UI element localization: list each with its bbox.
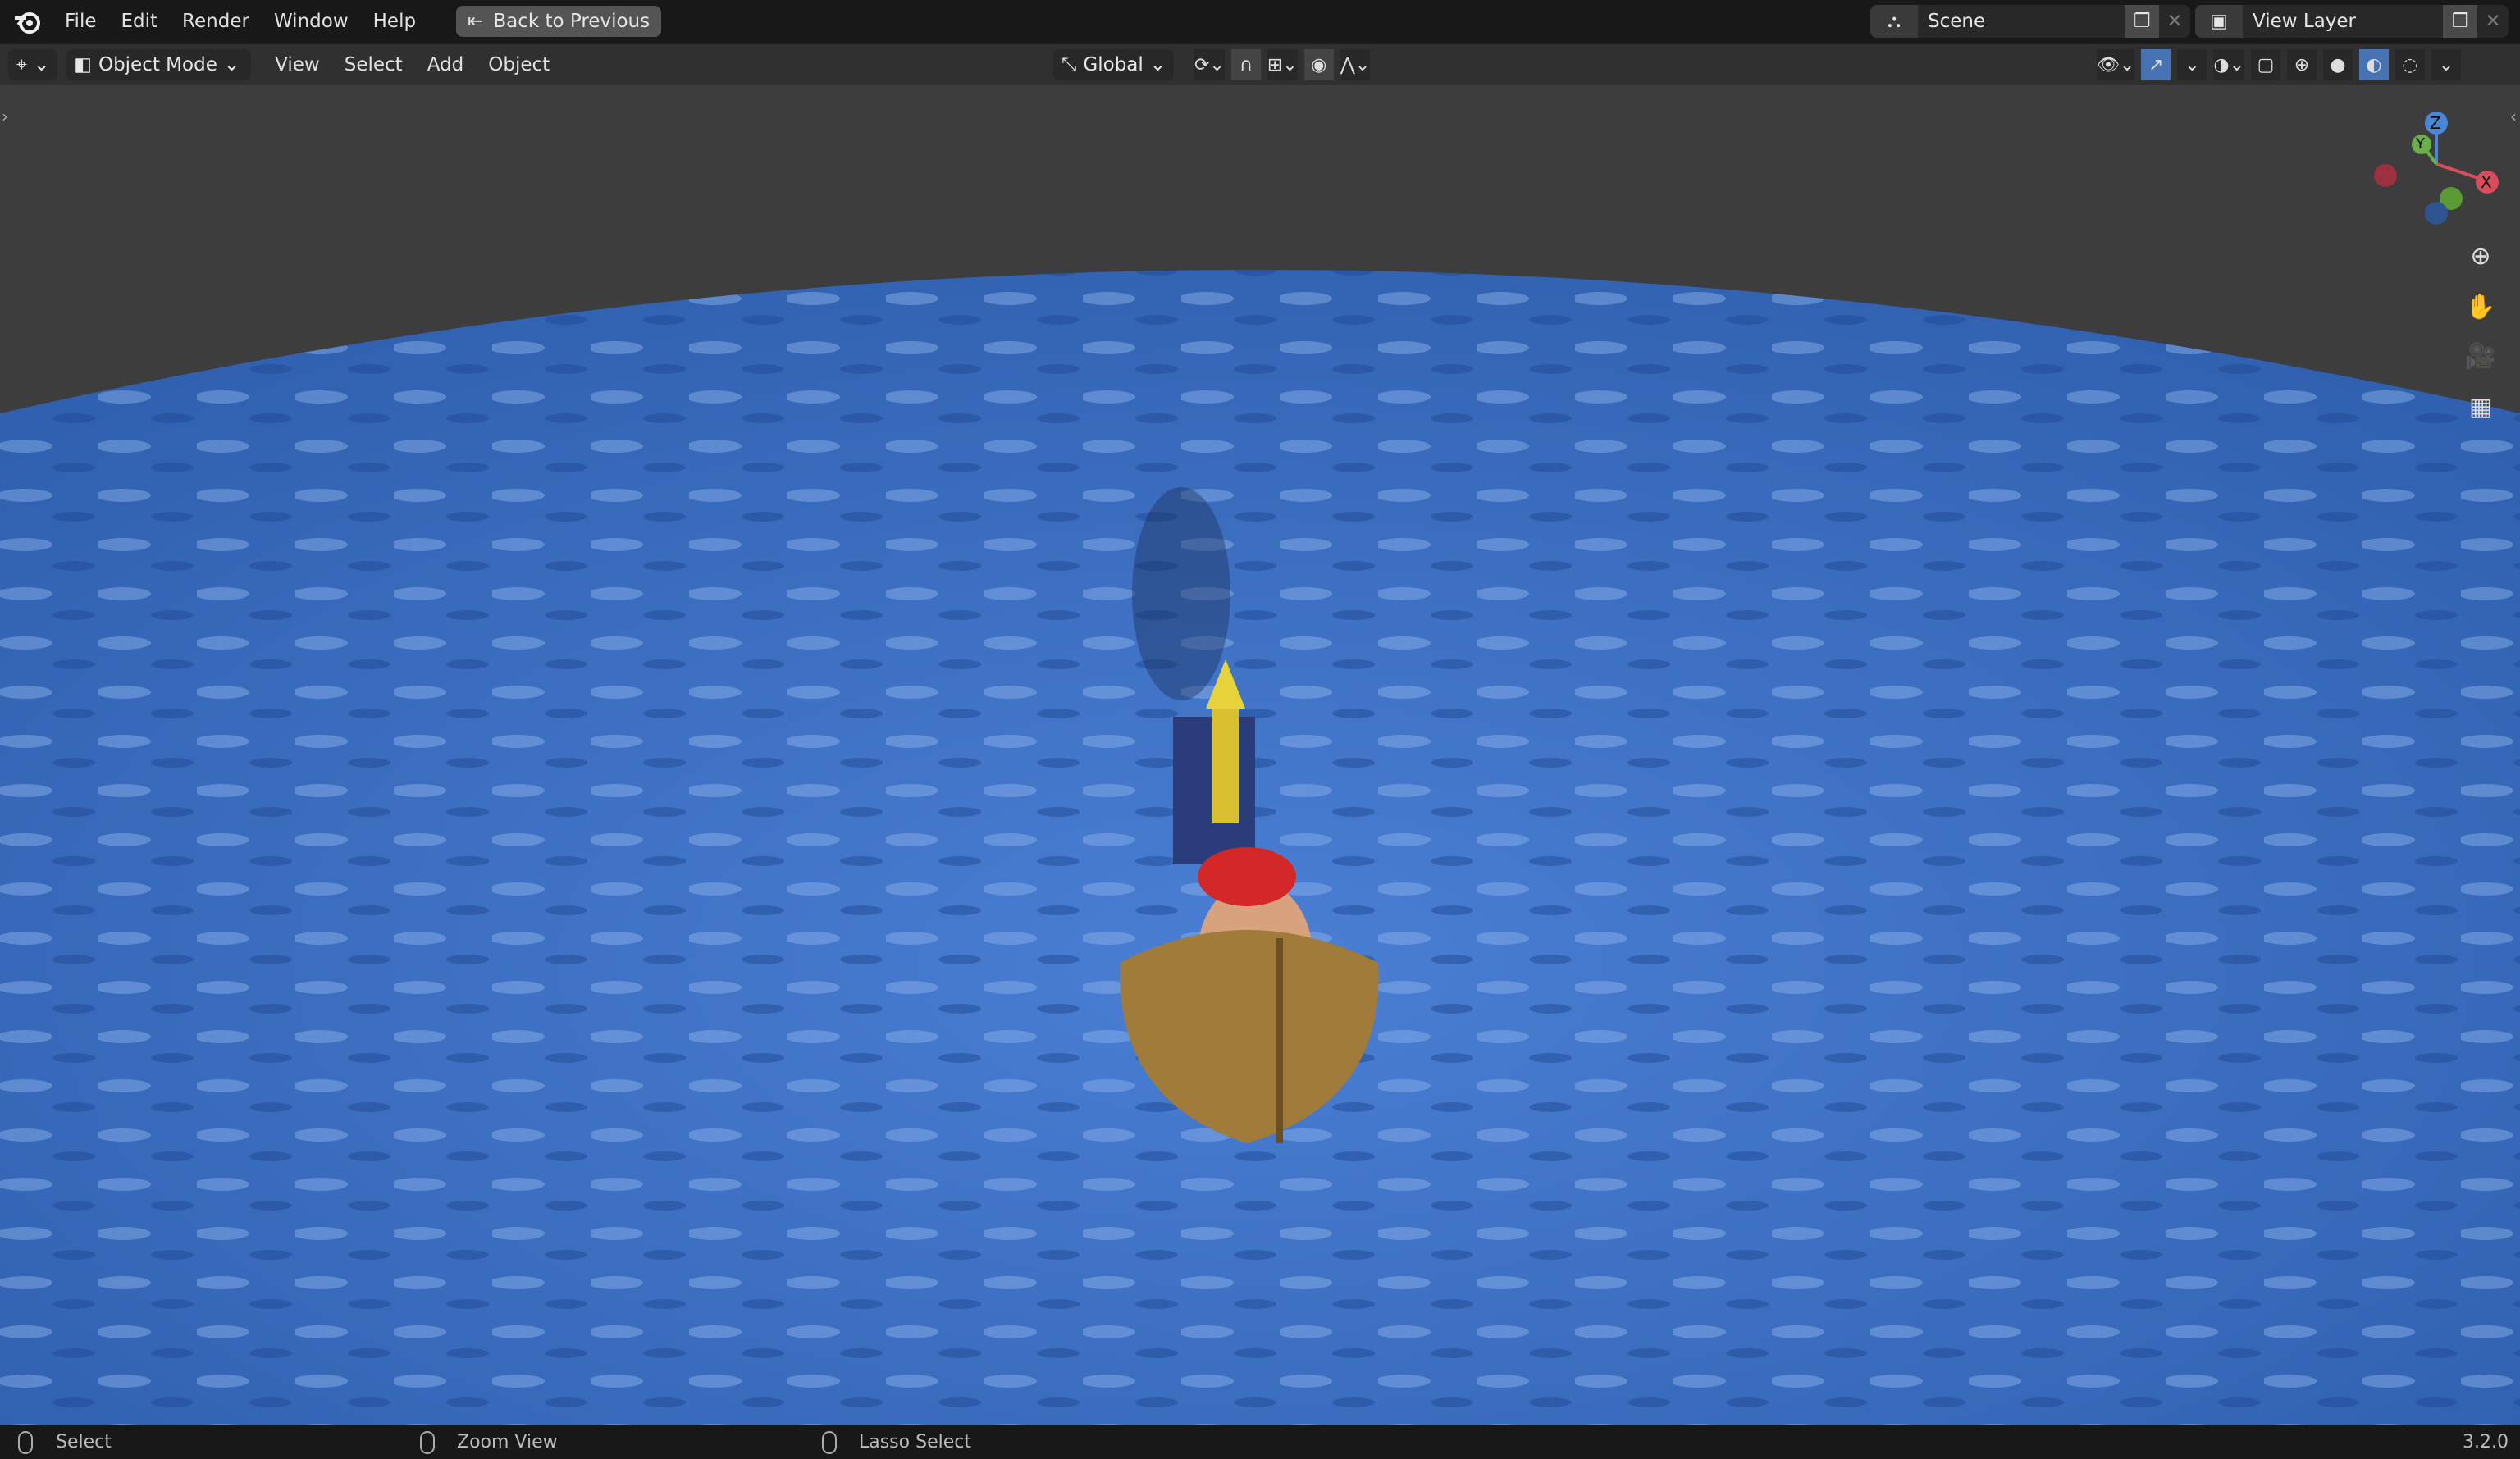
menu-edit[interactable]: Edit bbox=[109, 11, 171, 32]
sidebar-expand-icon[interactable]: ‹ bbox=[2510, 107, 2517, 126]
3d-viewport-icon: ⌖ bbox=[16, 54, 27, 75]
menu-select[interactable]: Select bbox=[332, 54, 415, 75]
perspective-grid-icon[interactable]: ▦ bbox=[2463, 389, 2499, 425]
editor-type-button[interactable]: ⌖ ⌄ bbox=[8, 49, 58, 80]
menu-view[interactable]: View bbox=[262, 54, 332, 75]
copy-view-layer-icon[interactable]: ❐ bbox=[2443, 5, 2477, 38]
gizmo-x-label: X bbox=[2481, 172, 2492, 192]
menu-add[interactable]: Add bbox=[415, 54, 477, 75]
chevron-down-icon[interactable]: ⌄ bbox=[2431, 49, 2462, 80]
rendered-shading-icon[interactable]: ◌ bbox=[2395, 49, 2426, 80]
xray-icon[interactable]: ▢ bbox=[2251, 49, 2281, 80]
menu-help[interactable]: Help bbox=[361, 11, 428, 32]
scene-render bbox=[0, 270, 2520, 1425]
close-scene-icon[interactable]: ✕ bbox=[2159, 11, 2190, 32]
view-layer-name[interactable]: View Layer bbox=[2243, 11, 2443, 32]
menu-object[interactable]: Object bbox=[476, 54, 562, 75]
status-zoom: Zoom View bbox=[457, 1432, 558, 1452]
visibility-icon[interactable]: 👁⌄ bbox=[2097, 49, 2135, 80]
toolbar-expand-icon[interactable]: › bbox=[2, 107, 8, 126]
copy-scene-icon[interactable]: ❐ bbox=[2125, 5, 2159, 38]
status-lasso: Lasso Select bbox=[859, 1432, 971, 1452]
gizmo-toggle-icon[interactable]: ↗ bbox=[2141, 49, 2171, 80]
scene-selector[interactable]: ⛬ Scene ❐ ✕ bbox=[1870, 5, 2190, 38]
chevron-down-icon: ⌄ bbox=[1149, 54, 1166, 75]
status-bar: Select Zoom View Lasso Select 3.2.0 bbox=[0, 1425, 2520, 1459]
back-button-label: Back to Previous bbox=[493, 11, 651, 32]
proportional-editing-icon[interactable]: ◉ bbox=[1303, 49, 1334, 80]
material-shading-icon[interactable]: ◐ bbox=[2359, 49, 2390, 80]
pan-hand-icon[interactable]: ✋ bbox=[2463, 289, 2499, 325]
transform-orientation-icon: ⤡ bbox=[1061, 54, 1077, 75]
snap-toggle-icon[interactable]: ∩ bbox=[1230, 49, 1261, 80]
viewport-header: ⌖ ⌄ ◧ Object Mode ⌄ View Select Add Object … bbox=[0, 44, 2520, 85]
wireframe-shading-icon[interactable]: ⊕ bbox=[2287, 49, 2317, 80]
falloff-icon[interactable]: ⋀⌄ bbox=[1340, 49, 1371, 80]
chevron-down-icon: ⌄ bbox=[33, 54, 50, 75]
camera-view-icon[interactable]: 🎥 bbox=[2463, 338, 2499, 374]
overlays-icon[interactable]: ◑⌄ bbox=[2213, 49, 2245, 80]
scene-name[interactable]: Scene bbox=[1918, 11, 2125, 32]
menu-render[interactable]: Render bbox=[170, 11, 262, 32]
pivot-point-icon[interactable]: ⟳⌄ bbox=[1194, 49, 1225, 80]
water-ripples bbox=[0, 270, 2520, 1425]
snap-target-icon[interactable]: ⊞⌄ bbox=[1267, 49, 1298, 80]
mode-label: Object Mode bbox=[98, 54, 217, 75]
smoke-shadow bbox=[1132, 487, 1230, 700]
chevron-down-icon[interactable]: ⌄ bbox=[2177, 49, 2207, 80]
menu-file[interactable]: File bbox=[52, 11, 109, 32]
mouse-left-icon bbox=[18, 1431, 33, 1454]
solid-shading-icon[interactable]: ● bbox=[2323, 49, 2353, 80]
mouse-right-icon bbox=[822, 1431, 837, 1454]
version-label: 3.2.0 bbox=[2463, 1432, 2509, 1452]
back-screen-icon: ⇤ bbox=[468, 11, 484, 32]
view-layer-icon[interactable]: ▣ bbox=[2195, 5, 2243, 38]
mouse-middle-icon bbox=[420, 1431, 435, 1454]
status-select: Select bbox=[56, 1432, 112, 1452]
close-view-layer-icon[interactable]: ✕ bbox=[2477, 11, 2509, 32]
orientation-dropdown[interactable]: ⤡ Global ⌄ bbox=[1053, 49, 1175, 80]
gizmo-z-label: Z bbox=[2430, 113, 2441, 133]
object-mode-icon: ◧ bbox=[74, 54, 92, 75]
scene-icon[interactable]: ⛬ bbox=[1870, 5, 1918, 38]
zoom-icon[interactable]: ⊕ bbox=[2463, 238, 2499, 274]
3d-viewport[interactable]: Z X Y ⊕ ✋ 🎥 ▦ › ‹ bbox=[0, 85, 2520, 1425]
gizmo-y-label: Y bbox=[2416, 135, 2425, 153]
orientation-label: Global bbox=[1083, 54, 1144, 75]
mode-dropdown[interactable]: ◧ Object Mode ⌄ bbox=[66, 49, 252, 80]
chevron-down-icon: ⌄ bbox=[223, 54, 240, 75]
menu-window[interactable]: Window bbox=[262, 11, 361, 32]
view-layer-selector[interactable]: ▣ View Layer ❐ ✕ bbox=[2195, 5, 2509, 38]
blender-logo-icon[interactable] bbox=[11, 5, 44, 38]
navigation-gizmo[interactable]: Z X Y bbox=[2371, 107, 2510, 238]
back-to-previous-button[interactable]: ⇤ Back to Previous bbox=[456, 6, 662, 37]
